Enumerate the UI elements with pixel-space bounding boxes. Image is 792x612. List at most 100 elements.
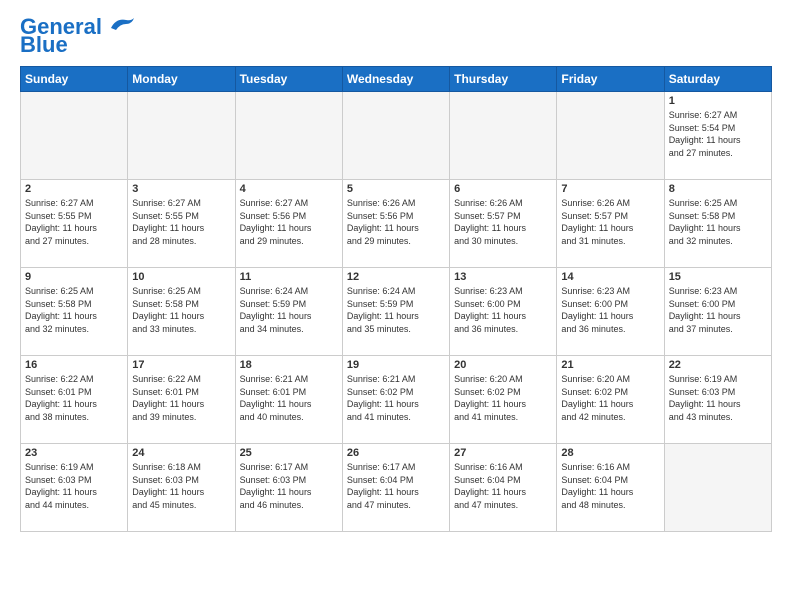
day-info: Sunrise: 6:25 AM Sunset: 5:58 PM Dayligh…	[669, 197, 767, 247]
calendar-cell	[21, 92, 128, 180]
calendar-cell: 23 Sunrise: 6:19 AM Sunset: 6:03 PM Dayli…	[21, 444, 128, 532]
calendar-cell: 11Sunrise: 6:24 AM Sunset: 5:59 PM Dayli…	[235, 268, 342, 356]
day-number: 24	[132, 447, 230, 459]
day-number: 16	[25, 359, 123, 371]
calendar-header-row: Sunday Monday Tuesday Wednesday Thursday…	[21, 67, 772, 92]
day-info: Sunrise: 6:22 AM Sunset: 6:01 PM Dayligh…	[132, 373, 230, 423]
calendar-week-3: 16 Sunrise: 6:22 AM Sunset: 6:01 PM Dayli…	[21, 356, 772, 444]
calendar-cell: 2 Sunrise: 6:27 AM Sunset: 5:55 PM Daylig…	[21, 180, 128, 268]
day-number: 15	[669, 271, 767, 283]
logo-blue: Blue	[20, 34, 68, 56]
calendar-cell: 27 Sunrise: 6:16 AM Sunset: 6:04 PM Dayli…	[450, 444, 557, 532]
calendar-cell: 18 Sunrise: 6:21 AM Sunset: 6:01 PM Dayli…	[235, 356, 342, 444]
calendar-week-0: 1 Sunrise: 6:27 AM Sunset: 5:54 PM Daylig…	[21, 92, 772, 180]
day-info: Sunrise: 6:23 AM Sunset: 6:00 PM Dayligh…	[669, 285, 767, 335]
calendar-cell: 17 Sunrise: 6:22 AM Sunset: 6:01 PM Dayli…	[128, 356, 235, 444]
calendar-cell: 3 Sunrise: 6:27 AM Sunset: 5:55 PM Daylig…	[128, 180, 235, 268]
calendar-cell: 7 Sunrise: 6:26 AM Sunset: 5:57 PM Daylig…	[557, 180, 664, 268]
calendar-cell	[342, 92, 449, 180]
day-number: 21	[561, 359, 659, 371]
col-friday: Friday	[557, 67, 664, 92]
calendar-cell: 28 Sunrise: 6:16 AM Sunset: 6:04 PM Dayli…	[557, 444, 664, 532]
day-number: 2	[25, 183, 123, 195]
day-number: 12	[347, 271, 445, 283]
day-number: 26	[347, 447, 445, 459]
day-number: 22	[669, 359, 767, 371]
calendar-cell	[664, 444, 771, 532]
day-info: Sunrise: 6:19 AM Sunset: 6:03 PM Dayligh…	[25, 461, 123, 511]
calendar-cell: 25Sunrise: 6:17 AM Sunset: 6:03 PM Dayli…	[235, 444, 342, 532]
day-info: Sunrise: 6:21 AM Sunset: 6:02 PM Dayligh…	[347, 373, 445, 423]
calendar-cell: 19 Sunrise: 6:21 AM Sunset: 6:02 PM Dayli…	[342, 356, 449, 444]
day-info: Sunrise: 6:26 AM Sunset: 5:57 PM Dayligh…	[454, 197, 552, 247]
day-info: Sunrise: 6:27 AM Sunset: 5:55 PM Dayligh…	[132, 197, 230, 247]
col-tuesday: Tuesday	[235, 67, 342, 92]
day-info: Sunrise: 6:24 AM Sunset: 5:59 PM Dayligh…	[240, 285, 338, 335]
day-number: 18	[240, 359, 338, 371]
day-number: 13	[454, 271, 552, 283]
col-sunday: Sunday	[21, 67, 128, 92]
day-number: 19	[347, 359, 445, 371]
calendar-cell: 9 Sunrise: 6:25 AM Sunset: 5:58 PM Daylig…	[21, 268, 128, 356]
calendar-cell: 16 Sunrise: 6:22 AM Sunset: 6:01 PM Dayli…	[21, 356, 128, 444]
calendar-cell: 22 Sunrise: 6:19 AM Sunset: 6:03 PM Dayli…	[664, 356, 771, 444]
day-info: Sunrise: 6:23 AM Sunset: 6:00 PM Dayligh…	[454, 285, 552, 335]
day-info: Sunrise: 6:27 AM Sunset: 5:55 PM Dayligh…	[25, 197, 123, 247]
day-number: 23	[25, 447, 123, 459]
day-number: 20	[454, 359, 552, 371]
calendar-cell: 15 Sunrise: 6:23 AM Sunset: 6:00 PM Dayli…	[664, 268, 771, 356]
day-number: 10	[132, 271, 230, 283]
day-number: 7	[561, 183, 659, 195]
col-saturday: Saturday	[664, 67, 771, 92]
day-info: Sunrise: 6:23 AM Sunset: 6:00 PM Dayligh…	[561, 285, 659, 335]
calendar-cell: 20 Sunrise: 6:20 AM Sunset: 6:02 PM Dayli…	[450, 356, 557, 444]
calendar-cell	[450, 92, 557, 180]
calendar-week-4: 23 Sunrise: 6:19 AM Sunset: 6:03 PM Dayli…	[21, 444, 772, 532]
day-number: 17	[132, 359, 230, 371]
calendar-cell: 1 Sunrise: 6:27 AM Sunset: 5:54 PM Daylig…	[664, 92, 771, 180]
day-number: 4	[240, 183, 338, 195]
day-info: Sunrise: 6:25 AM Sunset: 5:58 PM Dayligh…	[25, 285, 123, 335]
calendar-cell: 8 Sunrise: 6:25 AM Sunset: 5:58 PM Daylig…	[664, 180, 771, 268]
day-number: 6	[454, 183, 552, 195]
day-info: Sunrise: 6:17 AM Sunset: 6:04 PM Dayligh…	[347, 461, 445, 511]
day-info: Sunrise: 6:27 AM Sunset: 5:54 PM Dayligh…	[669, 109, 767, 159]
calendar-cell	[128, 92, 235, 180]
day-number: 5	[347, 183, 445, 195]
day-info: Sunrise: 6:25 AM Sunset: 5:58 PM Dayligh…	[132, 285, 230, 335]
calendar-cell	[557, 92, 664, 180]
calendar-cell: 13 Sunrise: 6:23 AM Sunset: 6:00 PM Dayli…	[450, 268, 557, 356]
calendar-cell	[235, 92, 342, 180]
day-info: Sunrise: 6:24 AM Sunset: 5:59 PM Dayligh…	[347, 285, 445, 335]
day-number: 3	[132, 183, 230, 195]
day-info: Sunrise: 6:26 AM Sunset: 5:57 PM Dayligh…	[561, 197, 659, 247]
day-number: 27	[454, 447, 552, 459]
day-info: Sunrise: 6:19 AM Sunset: 6:03 PM Dayligh…	[669, 373, 767, 423]
calendar-week-2: 9 Sunrise: 6:25 AM Sunset: 5:58 PM Daylig…	[21, 268, 772, 356]
day-info: Sunrise: 6:27 AM Sunset: 5:56 PM Dayligh…	[240, 197, 338, 247]
day-number: 8	[669, 183, 767, 195]
day-info: Sunrise: 6:16 AM Sunset: 6:04 PM Dayligh…	[561, 461, 659, 511]
calendar-cell: 21 Sunrise: 6:20 AM Sunset: 6:02 PM Dayli…	[557, 356, 664, 444]
col-wednesday: Wednesday	[342, 67, 449, 92]
page: General Blue Sunday Monday Tuesday Wedne…	[0, 0, 792, 542]
logo-bird-icon	[106, 16, 136, 36]
calendar-cell: 26 Sunrise: 6:17 AM Sunset: 6:04 PM Dayli…	[342, 444, 449, 532]
header: General Blue	[20, 16, 772, 56]
day-number: 9	[25, 271, 123, 283]
calendar-cell: 10 Sunrise: 6:25 AM Sunset: 5:58 PM Dayli…	[128, 268, 235, 356]
calendar-cell: 14 Sunrise: 6:23 AM Sunset: 6:00 PM Dayli…	[557, 268, 664, 356]
day-number: 28	[561, 447, 659, 459]
day-info: Sunrise: 6:20 AM Sunset: 6:02 PM Dayligh…	[454, 373, 552, 423]
day-number: 14	[561, 271, 659, 283]
calendar-cell: 6 Sunrise: 6:26 AM Sunset: 5:57 PM Daylig…	[450, 180, 557, 268]
day-info: Sunrise: 6:22 AM Sunset: 6:01 PM Dayligh…	[25, 373, 123, 423]
calendar: Sunday Monday Tuesday Wednesday Thursday…	[20, 66, 772, 532]
col-monday: Monday	[128, 67, 235, 92]
day-number: 1	[669, 95, 767, 107]
calendar-cell: 4 Sunrise: 6:27 AM Sunset: 5:56 PM Daylig…	[235, 180, 342, 268]
day-info: Sunrise: 6:16 AM Sunset: 6:04 PM Dayligh…	[454, 461, 552, 511]
calendar-week-1: 2 Sunrise: 6:27 AM Sunset: 5:55 PM Daylig…	[21, 180, 772, 268]
day-info: Sunrise: 6:21 AM Sunset: 6:01 PM Dayligh…	[240, 373, 338, 423]
day-info: Sunrise: 6:20 AM Sunset: 6:02 PM Dayligh…	[561, 373, 659, 423]
